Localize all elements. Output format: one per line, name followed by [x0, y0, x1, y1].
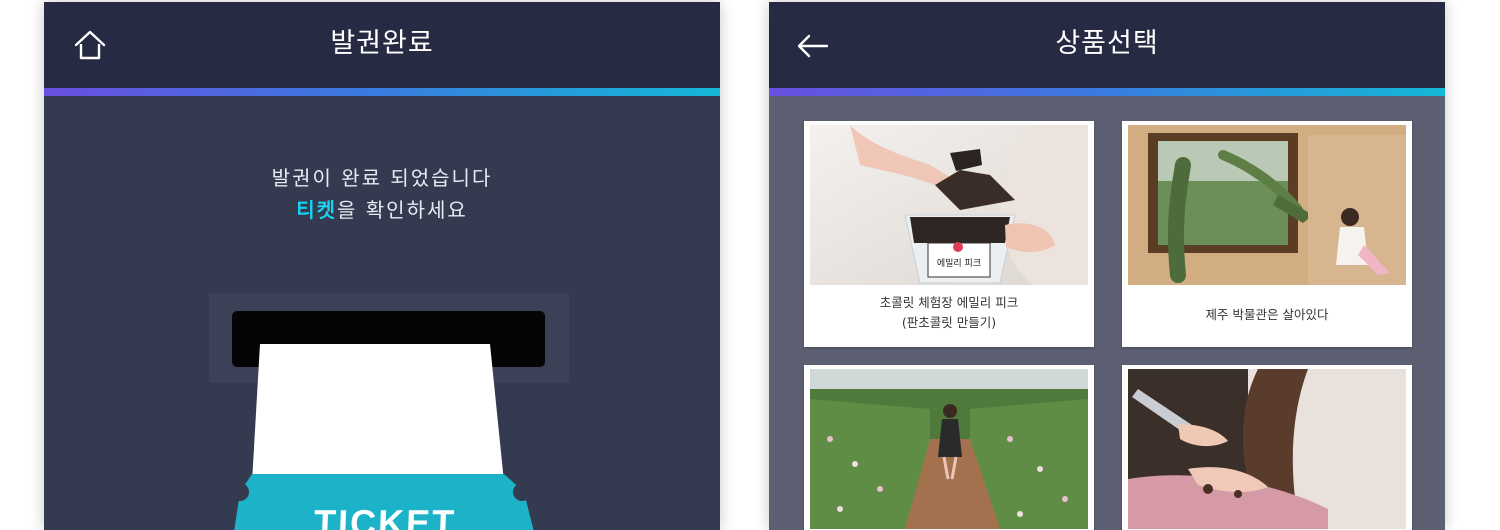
app-header: 상품선택 — [769, 2, 1445, 88]
completion-message: 발권이 완료 되었습니다 — [271, 166, 493, 190]
product-card-chocolate[interactable]: 에밀리 피크 초콜릿 체험장 에밀리 피크 (판초콜릿 만들기) — [804, 121, 1094, 347]
product-card-chocolate-making[interactable] — [1122, 365, 1412, 530]
product-caption: 초콜릿 체험장 에밀리 피크 (판초콜릿 만들기) — [804, 293, 1094, 333]
check-ticket-text: 을 확인하세요 — [337, 198, 468, 222]
product-card-flower-maze[interactable] — [804, 365, 1094, 530]
product-photo-flower-maze — [810, 369, 1088, 529]
ticket-complete-screen: 발권완료 발권이 완료 되었습니다 티켓을 확인하세요 TICKET — [44, 2, 720, 530]
ticket-paper — [252, 344, 504, 482]
check-ticket-message: 티켓을 확인하세요 — [44, 194, 720, 223]
product-photo-chocolate: 에밀리 피크 — [810, 125, 1088, 285]
product-name: 제주 박물관은 살아있다 — [1205, 307, 1329, 322]
stage: 발권완료 발권이 완료 되었습니다 티켓을 확인하세요 TICKET 상품선택 — [0, 0, 1500, 530]
page-title: 발권완료 — [330, 28, 434, 59]
accent-bar — [44, 88, 720, 96]
ticket-label: TICKET — [313, 502, 457, 530]
ticket-highlight: 티켓 — [296, 198, 338, 222]
product-subname: (판초콜릿 만들기) — [901, 315, 997, 330]
page-title: 상품선택 — [1055, 28, 1159, 59]
product-card-museum[interactable]: 제주 박물관은 살아있다 — [1122, 121, 1412, 347]
cup-label: 에밀리 피크 — [937, 257, 981, 269]
product-select-screen: 상품선택 에밀리 피크 초콜릿 체험장 에밀리 피크 (판초콜릿 만들기) 제주… — [769, 2, 1445, 530]
accent-bar — [769, 88, 1445, 96]
product-photo-museum — [1128, 125, 1406, 285]
product-caption: 제주 박물관은 살아있다 — [1122, 305, 1412, 325]
product-photo-chocolate-making — [1128, 369, 1406, 529]
app-header: 발권완료 — [44, 2, 720, 88]
product-name: 초콜릿 체험장 에밀리 피크 — [879, 295, 1019, 310]
